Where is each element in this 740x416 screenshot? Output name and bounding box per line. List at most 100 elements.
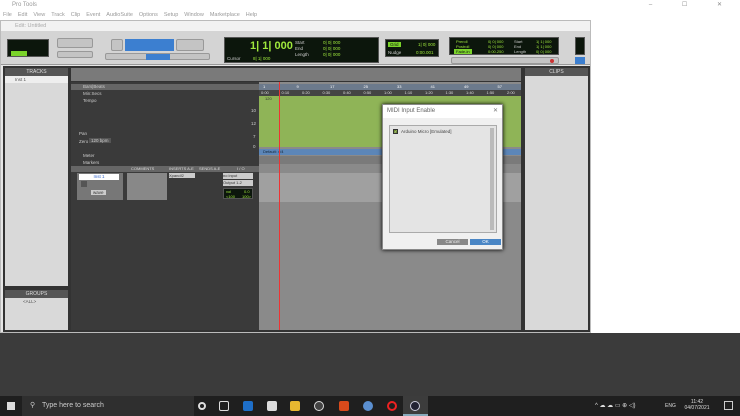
desktop-area (591, 20, 740, 333)
menu-window[interactable]: Window (184, 12, 204, 18)
t-length-value: 0| 0| 000 (536, 49, 552, 54)
pro-tools-taskbar-button[interactable] (403, 396, 428, 416)
taskbar-search[interactable]: ⚲ Type here to search (22, 396, 194, 416)
grid-nudge-buttons[interactable] (105, 53, 210, 60)
device-label[interactable]: Arduino Micro [Emulated] (401, 129, 452, 134)
pan-right: 100> (242, 194, 252, 199)
window-controls[interactable]: – ☐ ✕ (649, 1, 736, 8)
groups-list-item[interactable]: <ALL> (5, 298, 68, 305)
comments-field[interactable] (127, 173, 167, 200)
markers-ruler-label[interactable]: Markers (83, 160, 99, 165)
pro-tools-icon (410, 401, 420, 411)
close-icon[interactable]: ✕ (493, 107, 498, 114)
meter-display (575, 37, 585, 55)
end-value: 0| 0| 000 (323, 46, 341, 51)
record-icon[interactable] (550, 59, 554, 63)
task-view-icon[interactable] (219, 401, 229, 411)
device-checkbox[interactable]: ✓ (393, 129, 398, 134)
insert-slot[interactable]: Xpand!2 (169, 173, 195, 178)
bars-beats-ruler-label[interactable]: Bars|Beats (71, 84, 259, 90)
comments-header: COMMENTS (131, 166, 155, 171)
clock[interactable]: 11:42 04/07/2021 (680, 399, 714, 411)
record-arm-button[interactable] (81, 181, 87, 187)
opera-icon[interactable] (387, 401, 397, 411)
transport-buttons[interactable] (451, 57, 559, 64)
store-icon[interactable] (267, 401, 277, 411)
volume-pan-display[interactable]: vol 0.0 <100 100> (223, 188, 253, 199)
grid-nudge-display[interactable]: Grid 1| 0| 000 Nudge 0:00.001 (385, 39, 439, 57)
menu-options[interactable]: Options (139, 12, 158, 18)
grid-value: 1| 0| 000 (418, 42, 436, 47)
zero-label: Zero (79, 139, 89, 144)
menu-view[interactable]: View (33, 12, 45, 18)
tempo-scale-d: 0 (253, 144, 256, 149)
tempo-scale-b: 12 (251, 121, 257, 126)
dell-icon[interactable] (314, 401, 324, 411)
io-header: I / O (237, 166, 245, 171)
midi-input-enable-dialog: MIDI Input Enable ✕ ✓ Arduino Micro [Emu… (382, 104, 503, 250)
bar-tick: 25 (363, 84, 368, 89)
time-tick: 0:40 (343, 90, 351, 95)
menu-file[interactable]: File (3, 12, 12, 18)
notifications-icon[interactable] (724, 401, 733, 410)
output-selector[interactable]: Output 1-2 (223, 180, 253, 186)
office-icon[interactable] (339, 401, 349, 411)
tracks-list-item[interactable]: Inst 1 (5, 76, 68, 83)
time-tick: 2:00 (507, 90, 515, 95)
edit-mode-display[interactable] (7, 39, 49, 57)
inserts-header: INSERTS A-E (169, 166, 194, 171)
pencil-tool[interactable] (176, 39, 204, 51)
tray-icons[interactable]: ^ ☁ ☁ ▭ ⊕ ◁) (595, 402, 635, 409)
outlook-icon[interactable] (243, 401, 253, 411)
menu-clip[interactable]: Clip (71, 12, 80, 18)
cortana-icon[interactable] (198, 402, 206, 410)
ok-button[interactable]: OK (470, 239, 501, 245)
tempo-marker[interactable]: 120 (265, 96, 272, 101)
min-secs-ruler-label[interactable]: Min:Secs (83, 91, 102, 96)
track-view-selector[interactable]: wave (91, 190, 106, 195)
tracks-panel: TRACKS Inst 1 (5, 68, 68, 286)
menu-marketplace[interactable]: Marketplace (210, 12, 240, 18)
top-bar (71, 68, 521, 81)
tempo-ruler-label[interactable]: Tempo (83, 98, 97, 103)
time-tick: 1:20 (425, 90, 433, 95)
windows-start-icon[interactable] (7, 402, 15, 410)
menu-event[interactable]: Event (86, 12, 100, 18)
track-name-field[interactable]: Inst 1 (79, 174, 119, 180)
menu-edit[interactable]: Edit (18, 12, 27, 18)
length-label: Length (295, 52, 309, 57)
zoom-controls[interactable] (57, 38, 93, 48)
end-label: End (295, 46, 304, 51)
main-counter-value: 1| 1| 000 (250, 40, 293, 52)
smart-tool[interactable] (125, 39, 174, 51)
menu-setup[interactable]: Setup (164, 12, 178, 18)
settings-button[interactable] (575, 57, 585, 64)
menu-help[interactable]: Help (246, 12, 257, 18)
search-icon: ⚲ (30, 402, 36, 409)
zero-value[interactable]: 120 bpm (89, 138, 111, 143)
playhead[interactable] (279, 82, 280, 330)
slip-mode-button[interactable] (11, 51, 27, 56)
time-tick: 1:30 (445, 90, 454, 95)
cancel-button[interactable]: Cancel (437, 239, 468, 245)
browser-icon[interactable] (363, 401, 373, 411)
language-indicator[interactable]: ENG (665, 403, 676, 409)
fade-in-label[interactable]: Fade-in (454, 49, 472, 54)
menu-bar: File Edit View Track Clip Event AudioSuite Opti… (0, 10, 740, 20)
transport-counters[interactable]: Preroll Postroll Fade-in 0| 0| 000 0| 0|… (449, 37, 559, 55)
main-counter[interactable]: 1| 1| 000 Cursor 8| 1| 000 Start End Len… (224, 37, 379, 63)
time-tick: 0:10 (281, 90, 290, 95)
groups-panel: GROUPS <ALL> (5, 290, 68, 330)
nudge-value: 0:00.001 (416, 50, 434, 55)
menu-track[interactable]: Track (51, 12, 65, 18)
cursor-value: 8| 1| 000 (253, 56, 271, 61)
zoomer-tool[interactable] (111, 39, 123, 51)
zoom-presets[interactable] (57, 51, 93, 58)
grid-label[interactable]: Grid (388, 42, 401, 47)
menu-audiosuite[interactable]: AudioSuite (106, 12, 133, 18)
input-selector[interactable]: no input (223, 173, 253, 179)
scrollbar[interactable] (490, 128, 494, 230)
file-explorer-icon[interactable] (290, 401, 300, 411)
meter-marker[interactable]: Default: 4/4 (263, 149, 283, 154)
meter-ruler-label[interactable]: Meter (83, 153, 95, 158)
